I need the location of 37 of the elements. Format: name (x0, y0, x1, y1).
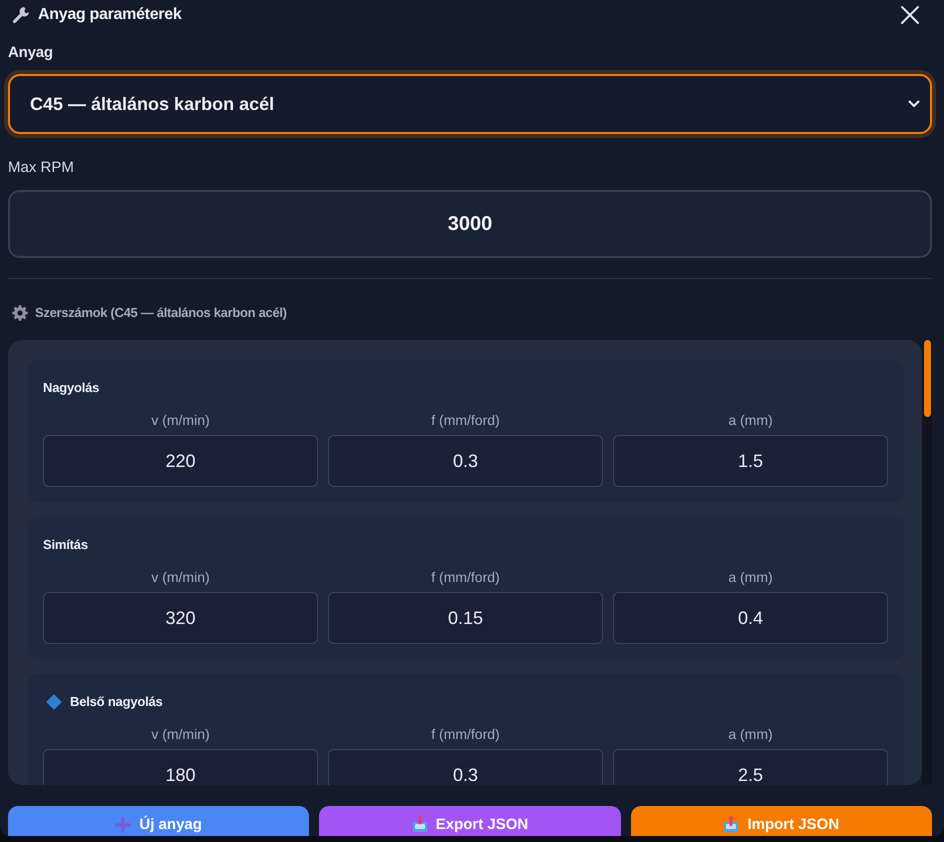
dialog-title: Anyag paraméterek (38, 5, 182, 25)
diamond-icon (46, 694, 62, 710)
field-label: a (mm) (728, 569, 773, 585)
value-input[interactable]: 0.4 (613, 592, 888, 644)
value-input[interactable]: 320 (43, 592, 318, 644)
field-label: f (mm/ford) (431, 726, 500, 742)
value-input[interactable]: 1.5 (613, 435, 888, 487)
value-input[interactable]: 180 (43, 749, 318, 785)
close-icon[interactable] (900, 5, 920, 25)
wrench-icon (12, 6, 30, 24)
action-button[interactable]: Export JSON (319, 806, 621, 836)
field-label: f (mm/ford) (431, 412, 500, 428)
plus-icon (115, 817, 132, 833)
tray-up-icon (723, 815, 740, 833)
field-label: f (mm/ford) (431, 569, 500, 585)
field-label: a (mm) (728, 726, 773, 742)
tray-down-icon (412, 815, 428, 833)
material-label: Anyag (8, 44, 53, 62)
field-label: v (m/min) (151, 726, 210, 742)
card-title: Nagyolás (43, 380, 100, 396)
value-input[interactable]: 0.3 (328, 435, 603, 487)
value-input[interactable]: 220 (43, 435, 318, 487)
chevron-down-icon (908, 100, 920, 108)
scrollbar-thumb[interactable] (924, 340, 931, 417)
material-select[interactable]: C45 — általános karbon acél (8, 74, 932, 134)
max-rpm-label: Max RPM (8, 159, 74, 177)
value-input[interactable]: 0.3 (328, 749, 603, 785)
value-input[interactable]: 0.15 (328, 592, 603, 644)
max-rpm-input[interactable]: 3000 (8, 190, 932, 258)
field-label: v (m/min) (151, 569, 210, 585)
card-title: Belső nagyolás (70, 694, 163, 710)
card-title: Simítás (43, 537, 88, 553)
field-label: v (m/min) (151, 412, 210, 428)
gear-icon (12, 305, 28, 321)
value-input[interactable]: 2.5 (613, 749, 888, 785)
tools-heading: Szerszámok (C45 — általános karbon acél) (35, 305, 287, 321)
field-label: a (mm) (728, 412, 773, 428)
